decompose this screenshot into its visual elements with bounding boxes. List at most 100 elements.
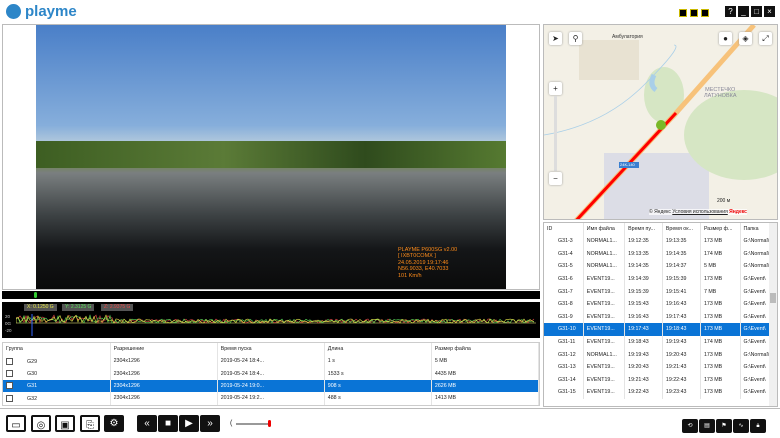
table-row[interactable]: G31-3 NORMAL1... 19:12:35 19:13:35 173 MB G:\… xyxy=(544,235,777,248)
logo-icon xyxy=(6,4,21,19)
volume-icon: ( xyxy=(230,420,233,427)
table-cell: G31-8 xyxy=(544,297,584,311)
table-row[interactable]: G32 2304x1296 2019-05-24 19:2... 488 s 1413 … xyxy=(3,392,539,405)
terms-link[interactable]: Условия использования xyxy=(672,209,728,215)
table-cell: G31-12 xyxy=(544,348,584,361)
table-row[interactable]: G31-6 EVENT19... 19:14:39 19:15:39 173 MB G:\… xyxy=(544,272,777,286)
zoom-out-button[interactable]: − xyxy=(549,172,562,185)
fullscreen-icon[interactable]: ⤢ xyxy=(759,32,772,45)
table-row[interactable]: G31-11 EVENT19... 19:18:43 19:19:43 174 MB G:… xyxy=(544,335,777,349)
table-cell: G31-14 xyxy=(544,373,584,387)
column-header[interactable]: Время пу... xyxy=(624,223,663,235)
minimize-button[interactable]: _ xyxy=(738,6,749,17)
table-cell: 19:17:43 xyxy=(662,310,701,324)
checkbox-cell[interactable]: G30 xyxy=(3,367,111,380)
open-folder-button[interactable]: ▭ xyxy=(6,415,26,432)
table-cell: EVENT19... xyxy=(583,323,626,336)
table-cell: 1533 s xyxy=(324,367,432,380)
file-table-scrollbar[interactable] xyxy=(769,223,777,406)
table-row[interactable]: G31 2304x1296 2019-05-24 19:0... 908 s 2626 … xyxy=(3,379,539,393)
stop-button[interactable]: ■ xyxy=(158,415,178,432)
fast-forward-button[interactable]: » xyxy=(200,415,220,432)
table-cell: 174 MB xyxy=(700,335,741,349)
table-cell: 19:15:39 xyxy=(662,272,701,286)
table-cell: 1 s xyxy=(324,355,432,368)
table-row[interactable]: G31-14 EVENT19... 19:21:43 19:22:43 173 MB G:… xyxy=(544,373,777,387)
snapshot-button[interactable]: ◎ xyxy=(31,415,51,432)
zoom-in-button[interactable]: + xyxy=(549,82,562,95)
table-cell: 2304x1296 xyxy=(110,367,218,380)
table-row[interactable]: G31-5 NORMAL1... 19:14:35 19:14:37 5 MB G:\No… xyxy=(544,260,777,273)
table-cell: 19:19:43 xyxy=(662,335,701,349)
map-poi-label: Амбулатория xyxy=(612,34,643,40)
layout-3-button[interactable] xyxy=(701,9,709,17)
play-button[interactable]: ▶ xyxy=(179,415,199,432)
search-icon[interactable]: ⚲ xyxy=(569,32,582,45)
group-checkbox[interactable] xyxy=(6,357,13,365)
export-button[interactable]: ⎘ xyxy=(80,415,100,432)
column-header[interactable]: Размер файла xyxy=(431,343,539,355)
table-cell: 2304x1296 xyxy=(110,355,218,368)
timeline-bar[interactable] xyxy=(2,291,540,299)
settings-icon[interactable]: ⚙ xyxy=(104,415,124,432)
save-button[interactable]: ▣ xyxy=(55,415,75,432)
table-row[interactable]: G31-4 NORMAL1... 19:13:35 19:14:35 174 MB G:\… xyxy=(544,247,777,261)
table-row[interactable]: G31-15 EVENT19... 19:22:43 19:23:43 173 MB G:… xyxy=(544,386,777,399)
loop-button[interactable]: ⟲ xyxy=(682,419,698,433)
map-toggle-button[interactable]: ⚑ xyxy=(716,419,732,433)
group-checkbox[interactable] xyxy=(6,370,13,378)
checkbox-cell[interactable]: G32 xyxy=(3,392,111,405)
lock-button[interactable]: 🔒︎ xyxy=(750,419,766,433)
gsensor-toggle-button[interactable]: ∿ xyxy=(733,419,749,433)
table-cell: 19:14:37 xyxy=(662,260,701,273)
table-cell: EVENT19... xyxy=(583,386,626,399)
rewind-button[interactable]: « xyxy=(137,415,157,432)
table-cell: 19:15:43 xyxy=(624,297,663,311)
table-cell: 5 MB xyxy=(700,260,741,273)
column-header[interactable]: Группа xyxy=(3,343,111,355)
table-row[interactable]: G30 2304x1296 2019-05-24 18:4... 1533 s 4435… xyxy=(3,367,539,380)
locate-icon[interactable]: ➤ xyxy=(549,32,562,45)
help-button[interactable]: ? xyxy=(725,6,736,17)
table-cell: 19:14:39 xyxy=(624,272,663,286)
layers-icon[interactable]: ◈ xyxy=(739,32,752,45)
table-cell: 2304x1296 xyxy=(110,392,218,405)
table-cell: 19:16:43 xyxy=(662,297,701,311)
table-cell: 19:17:43 xyxy=(624,323,663,336)
layout-2-button[interactable] xyxy=(690,9,698,17)
column-header[interactable]: Время ок... xyxy=(662,223,701,235)
table-cell: 19:13:35 xyxy=(624,247,663,261)
column-header[interactable]: Разрешение xyxy=(110,343,218,355)
volume-slider[interactable] xyxy=(236,423,270,425)
column-header[interactable]: Размер ф... xyxy=(700,223,741,235)
close-button[interactable]: × xyxy=(764,6,775,17)
table-row[interactable]: G31-12 NORMAL1... 19:19:43 19:20:43 173 MB G:… xyxy=(544,348,777,361)
table-cell: 173 MB xyxy=(700,310,741,324)
gpx-export-button[interactable]: ▤ xyxy=(699,419,715,433)
map-panel[interactable]: ➤ ⚲ ● ◈ ⤢ + − Амбулатория МЕСТЕЧКО ЛАТУНО… xyxy=(543,24,778,220)
group-checkbox[interactable] xyxy=(6,382,13,390)
table-row[interactable]: G31-13 EVENT19... 19:20:43 19:21:43 173 MB G:… xyxy=(544,360,777,374)
zoom-slider[interactable] xyxy=(554,96,557,171)
column-header[interactable]: Имя файла xyxy=(583,223,626,235)
traffic-icon[interactable]: ● xyxy=(719,32,732,45)
volume-knob[interactable] xyxy=(268,420,271,427)
map-scale: 200 м xyxy=(717,198,731,204)
table-row[interactable]: G29 2304x1296 2019-05-24 18:4... 1 s5 MB xyxy=(3,355,539,368)
group-checkbox[interactable] xyxy=(6,394,13,402)
table-cell: 19:20:43 xyxy=(624,360,663,374)
table-row[interactable]: G31-7 EVENT19... 19:15:39 19:15:41 7 MB G:\Ev… xyxy=(544,285,777,298)
table-cell: 19:21:43 xyxy=(662,360,701,374)
maximize-button[interactable]: □ xyxy=(751,6,762,17)
timeline-marker[interactable] xyxy=(34,292,37,298)
checkbox-cell[interactable]: G29 xyxy=(3,355,111,368)
column-header[interactable]: Длина xyxy=(324,343,432,355)
column-header[interactable]: ID xyxy=(544,223,584,235)
table-cell: 19:22:43 xyxy=(662,373,701,387)
table-row[interactable]: G31-8 EVENT19... 19:15:43 19:16:43 173 MB G:\… xyxy=(544,297,777,311)
layout-1-button[interactable] xyxy=(679,9,687,17)
table-row[interactable]: G31-10 EVENT19... 19:17:43 19:18:43 173 MB G:… xyxy=(544,323,777,336)
checkbox-cell[interactable]: G31 xyxy=(3,379,111,393)
column-header[interactable]: Время пуска xyxy=(217,343,325,355)
table-row[interactable]: G31-9 EVENT19... 19:16:43 19:17:43 173 MB G:\… xyxy=(544,310,777,324)
